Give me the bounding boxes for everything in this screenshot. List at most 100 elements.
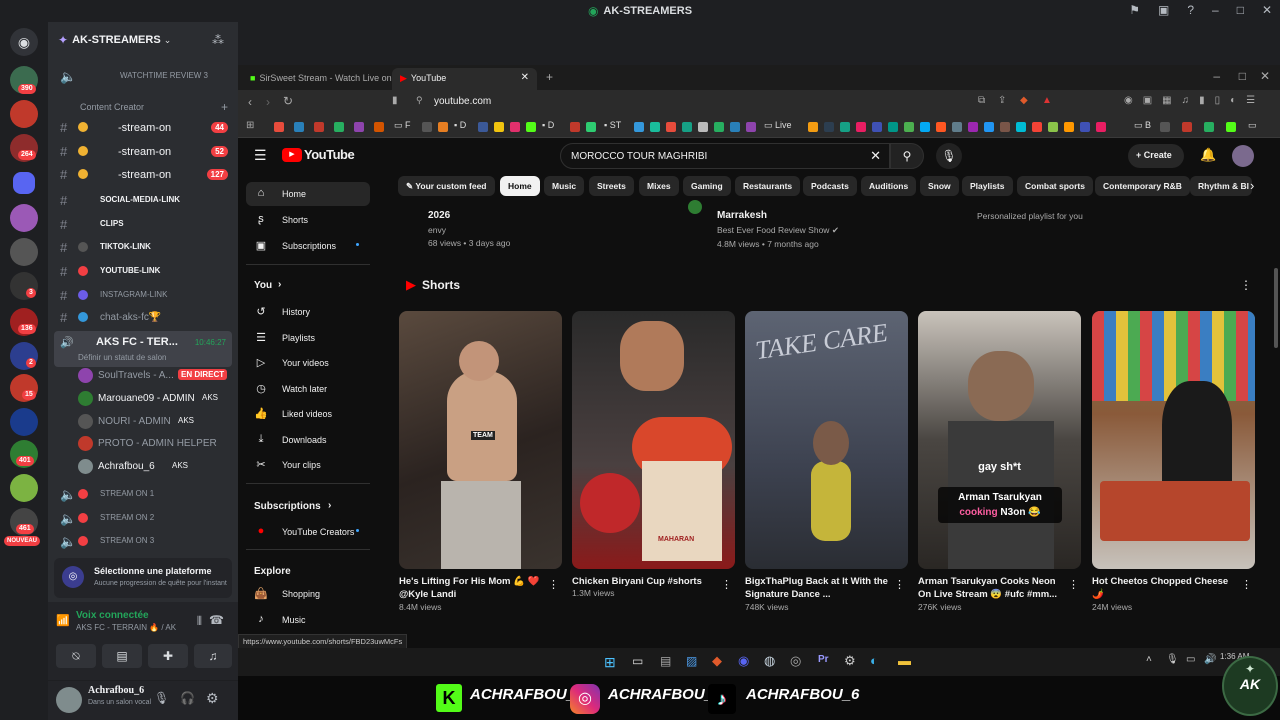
bookmark-favicon-icon[interactable] [314, 122, 324, 132]
share-icon[interactable]: ⇪ [998, 95, 1006, 106]
bookmark-favicon-icon[interactable] [1000, 122, 1010, 132]
bookmark-folder[interactable]: ▭ F [394, 120, 411, 131]
close-tab-icon[interactable]: ✕ [521, 72, 529, 83]
chip[interactable]: Mixes [639, 176, 679, 196]
add-member-icon[interactable]: ⁂ [212, 33, 224, 47]
voice-search-button[interactable]: 🎙 [936, 143, 962, 169]
bookmark-favicon-icon[interactable] [510, 122, 520, 132]
camera-off-button[interactable]: ⍉ [56, 644, 96, 668]
bookmark-favicon-icon[interactable] [666, 122, 676, 132]
nav-shorts[interactable]: ʂ Shorts [246, 208, 370, 232]
chip[interactable]: Streets [589, 176, 634, 196]
bookmark-link[interactable]: ▪ D [454, 120, 466, 130]
chip[interactable]: Contemporary R&B [1095, 176, 1190, 196]
chip[interactable]: Gaming [683, 176, 731, 196]
bookmark-favicon-icon[interactable] [872, 122, 882, 132]
bookmark-favicon-icon[interactable] [1182, 122, 1192, 132]
taskview-icon[interactable]: ▭ [632, 654, 643, 668]
channel-item[interactable]: # YOUTUBE-LINK [48, 261, 238, 283]
voice-status[interactable]: Définir un statut de salon [78, 353, 167, 362]
more-options-icon[interactable]: ⋮ [894, 578, 905, 591]
microphone-icon[interactable]: 🎙 [154, 691, 169, 705]
channel-item[interactable]: # INSTAGRAM-LINK [48, 285, 238, 307]
bookmark-favicon-icon[interactable] [334, 122, 344, 132]
disconnect-icon[interactable]: ☎ [209, 613, 224, 627]
chip[interactable]: Snow [920, 176, 959, 196]
minimize-button[interactable]: – [1213, 69, 1220, 83]
nav-youtube-creators[interactable]: ● YouTube Creators [246, 520, 370, 544]
youtube-logo[interactable]: ▶ YouTube [282, 147, 355, 162]
chips-next-icon[interactable]: › [1250, 178, 1254, 193]
chip[interactable]: Playlists [962, 176, 1013, 196]
bookmark-favicon-icon[interactable] [682, 122, 692, 132]
server-icon[interactable] [10, 238, 38, 266]
bookmark-favicon-icon[interactable] [374, 122, 384, 132]
add-channel-icon[interactable]: + [221, 100, 228, 114]
help-icon[interactable]: ? [1187, 3, 1194, 17]
photos-icon[interactable]: ▨ [686, 654, 697, 668]
file-explorer-icon[interactable]: ▬ [898, 653, 911, 668]
chip-home[interactable]: Home [500, 176, 540, 196]
server-icon[interactable] [10, 204, 38, 232]
bookmark-favicon-icon[interactable] [570, 122, 580, 132]
channel-item[interactable]: # TIKTOK-LINK [48, 237, 238, 259]
short-title[interactable]: Arman Tsarukyan Cooks Neon On Live Strea… [918, 575, 1068, 601]
create-button[interactable]: + Create [1128, 144, 1184, 168]
bookmark-favicon-icon[interactable] [478, 122, 488, 132]
site-info-icon[interactable]: ⚲ [416, 95, 423, 106]
video-card[interactable]: Marrakesh Best Ever Food Review Show ✔ 4… [717, 210, 937, 249]
more-options-icon[interactable]: ⋮ [1241, 578, 1252, 591]
bookmark-favicon-icon[interactable] [354, 122, 364, 132]
server-icon[interactable] [10, 474, 38, 502]
activities-button[interactable]: ✚ [148, 644, 188, 668]
channel-item[interactable]: # -stream-on 52 [48, 141, 238, 163]
bookmark-favicon-icon[interactable] [634, 122, 644, 132]
more-options-icon[interactable]: ⋮ [1068, 578, 1079, 591]
category-header[interactable]: Content Creator + [48, 97, 238, 119]
more-options-icon[interactable]: ⋮ [548, 578, 559, 591]
chip[interactable]: Music [544, 176, 585, 196]
bookmark-favicon-icon[interactable] [586, 122, 596, 132]
maximize-button[interactable]: □ [1237, 3, 1244, 17]
settings-gear-icon[interactable]: ⚙ [206, 690, 219, 707]
channel-item[interactable]: 🔈 STREAM ON 2 [48, 508, 238, 530]
nav-subscriptions-header[interactable]: Subscriptions › [246, 495, 370, 519]
channel-item[interactable]: 🔈 STREAM ON 1 [48, 484, 238, 506]
nav-home[interactable]: ⌂ Home [246, 182, 370, 206]
bookmark-favicon-icon[interactable] [904, 122, 914, 132]
bookmark-favicon-icon[interactable] [438, 122, 448, 132]
windows-start-icon[interactable]: ⊞ [604, 654, 616, 671]
bookmark-favicon-icon[interactable] [526, 122, 536, 132]
search-input[interactable]: MOROCCO TOUR MAGHRIBI ✕ [560, 143, 890, 169]
bookmark-favicon-icon[interactable] [888, 122, 898, 132]
chip[interactable]: Restaurants [735, 176, 801, 196]
short-title[interactable]: Chicken Biryani Cup #shorts [572, 575, 722, 588]
channel-item[interactable]: # -stream-on 44 [48, 117, 238, 139]
maximize-button[interactable]: □ [1239, 69, 1246, 83]
close-window-button[interactable]: ✕ [1260, 69, 1270, 83]
url-field[interactable]: youtube.com [434, 96, 491, 107]
bookmark-favicon-icon[interactable] [920, 122, 930, 132]
browser-tab-kick[interactable]: ■ SirSweet Stream - Watch Live on Kick [242, 68, 411, 90]
bookmark-link[interactable]: ▪ ST [604, 120, 621, 130]
bookmark-favicon-icon[interactable] [698, 122, 708, 132]
server-icon[interactable] [10, 408, 38, 436]
bookmark-favicon-icon[interactable] [1048, 122, 1058, 132]
chip[interactable]: Combat sports [1017, 176, 1093, 196]
platform-panel[interactable]: ◎ Sélectionne une plateforme Aucune prog… [54, 558, 232, 598]
more-options-icon[interactable]: ⋮ [721, 578, 732, 591]
taskbar-app-icon[interactable]: ▤ [660, 654, 671, 668]
channel-item[interactable]: # SOCIAL-MEDIA-LINK [48, 190, 238, 212]
bookmark-folder[interactable]: ▭ Live [764, 120, 792, 131]
scrollbar-thumb[interactable] [1274, 268, 1278, 348]
tray-chevron-icon[interactable]: ˄ [1146, 654, 1152, 665]
bookmark-folder[interactable]: ▭ B [1134, 120, 1151, 131]
nav-watch-later[interactable]: ◷ Watch later [246, 377, 370, 401]
avatar[interactable] [1232, 145, 1254, 167]
headphones-icon[interactable]: 🎧 [180, 691, 195, 705]
chip[interactable]: Rhythm & Bl [1190, 176, 1252, 196]
short-title[interactable]: Hot Cheetos Chopped Cheese 🌶️ [1092, 575, 1242, 601]
nav-playlists[interactable]: ☰ Playlists [246, 326, 370, 350]
volume-icon[interactable]: 🔊 [1204, 654, 1216, 665]
bookmark-favicon-icon[interactable] [840, 122, 850, 132]
